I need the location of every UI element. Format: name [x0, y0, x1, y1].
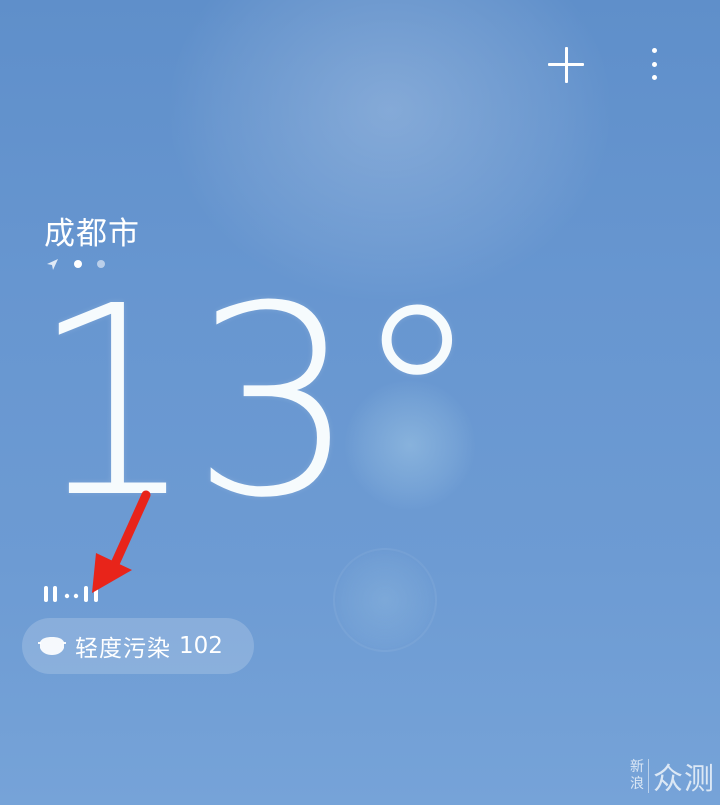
add-city-button[interactable] [548, 47, 584, 83]
more-vertical-icon-dot [651, 48, 657, 53]
air-quality-label: 轻度污染 [75, 636, 171, 662]
mask-icon [38, 637, 66, 655]
red-arrow-icon [92, 490, 151, 593]
background-lens-flare-ring [333, 548, 437, 652]
watermark-line1: 新 [630, 759, 644, 775]
more-vertical-icon-dot [651, 75, 657, 80]
watermark-logo: 新 浪 众测 [630, 756, 715, 797]
air-quality-value: 102 [179, 633, 223, 659]
more-options-button[interactable] [644, 46, 664, 82]
watermark-stack: 新 浪 [630, 759, 649, 793]
watermark-main: 众测 [653, 762, 715, 797]
air-quality-badge[interactable]: 轻度污染 102 [22, 618, 254, 674]
city-name[interactable]: 成都市 [44, 208, 140, 253]
watermark-line2: 浪 [630, 776, 644, 792]
more-vertical-icon-dot [651, 61, 657, 67]
weather-screen: 成都市 13° 轻度污染 102 新 浪 众测 [0, 0, 720, 805]
